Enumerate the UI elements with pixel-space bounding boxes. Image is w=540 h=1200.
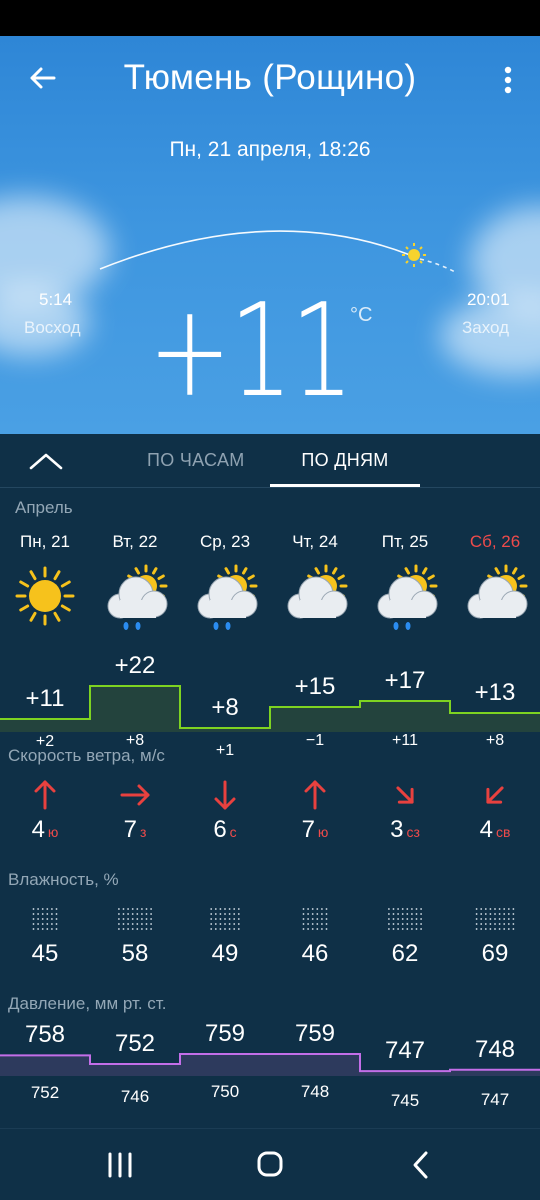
wind-direction-label: з (139, 824, 147, 840)
humidity-value: 46 (301, 940, 329, 967)
sun-position-icon (402, 243, 426, 267)
humidity-value: 62 (391, 940, 419, 967)
pressure-section-title: Давление, мм рт. ст. (8, 994, 167, 1013)
humidity-dots-icon (388, 908, 422, 930)
temperature-bar (0, 719, 90, 732)
tab-hourly[interactable]: ПО ЧАСАМ (147, 450, 245, 471)
month-label: Апрель (15, 498, 73, 517)
partly-cloudy-icon (287, 564, 348, 619)
collapse-button[interactable] (24, 444, 68, 478)
wind-speed: 3 сз (360, 816, 450, 844)
active-tab-indicator (270, 484, 420, 487)
day-name: Вт, 22 (112, 532, 158, 551)
wind-direction-label: сз (406, 824, 420, 840)
sunset-time: 20:01 (467, 290, 510, 309)
humidity-dots-icon (475, 908, 515, 930)
temperature-unit: °C (350, 304, 373, 326)
pressure-chart (0, 1053, 540, 1076)
day-column[interactable]: Чт, 24 (270, 532, 360, 552)
temperature-chart (0, 685, 540, 732)
temperature-bar (450, 713, 540, 732)
day-column[interactable]: Сб, 26 (450, 532, 540, 552)
day-name: Пн, 21 (20, 532, 70, 551)
humidity-dots-icon (32, 908, 58, 930)
pressure-bar (90, 1064, 180, 1076)
wind-speed-value: 3 (390, 816, 404, 843)
tab-daily[interactable]: ПО ДНЯМ (270, 450, 420, 471)
wind-direction-label: св (495, 824, 511, 840)
temperature-bar (270, 707, 360, 732)
wind-speed-value: 4 (31, 816, 45, 843)
chevron-up-icon (29, 453, 63, 470)
status-bar (0, 0, 540, 36)
day-column[interactable]: Пн, 21 (0, 532, 90, 552)
day-column[interactable]: Пт, 25 (360, 532, 450, 552)
wind-speed: 6с (180, 816, 270, 844)
wind-speed-value: 6 (213, 816, 227, 843)
sun-icon (15, 566, 75, 626)
wind-speed: 4ю (0, 816, 90, 844)
day-name: Ср, 23 (199, 532, 251, 551)
wind-direction-arrow-icon (34, 780, 56, 810)
wind-direction-arrow-icon (120, 784, 150, 806)
humidity-dots-icon (210, 908, 240, 930)
wind-direction-label: ю (317, 824, 329, 840)
sunrise-time: 5:14 (39, 290, 73, 309)
home-icon (257, 1151, 283, 1177)
pressure-bar (0, 1055, 90, 1076)
humidity-dots-icon (118, 908, 152, 930)
home-button[interactable] (248, 1147, 292, 1183)
wind-speed-value: 7 (123, 816, 137, 843)
sunrise-label: Восход (24, 318, 81, 337)
pressure-bar (180, 1054, 270, 1076)
partly-cloudy-icon (467, 564, 528, 619)
wind-speed: 7ю (270, 816, 360, 844)
day-name: Пт, 25 (381, 532, 429, 551)
wind-direction-label: с (229, 824, 237, 840)
humidity-value: 69 (481, 940, 509, 967)
temperature-bar (360, 701, 450, 732)
current-weather-hero: Тюмень (Рощино) Пн, 21 апреля, 18:26 5:1… (0, 36, 540, 434)
wind-speed-value: 7 (301, 816, 315, 843)
day-column[interactable]: Вт, 22 (90, 532, 180, 552)
recent-apps-button[interactable] (98, 1147, 142, 1183)
nav-back-button[interactable] (398, 1147, 442, 1183)
sunset-label: Заход (462, 318, 510, 337)
wind-speed: 4 св (450, 816, 540, 844)
system-navigation-bar (0, 1128, 540, 1200)
partly-cloudy-rain-icon (377, 564, 438, 630)
wind-section-title: Скорость ветра, м/с (8, 746, 165, 765)
humidity-value: 49 (211, 940, 239, 967)
recent-apps-icon (108, 1152, 132, 1178)
humidity-value: 58 (121, 940, 149, 967)
humidity-value: 45 (31, 940, 59, 967)
day-name: Сб, 26 (469, 532, 521, 551)
partly-cloudy-rain-icon (197, 564, 258, 630)
current-temperature: +11 (148, 277, 354, 426)
forecast-panel: ПО ЧАСАМ ПО ДНЯМ Апрель Пн, 21 4 ю 45 Вт, 2… (0, 434, 540, 1128)
wind-direction-arrow-icon (486, 786, 504, 804)
wind-direction-arrow-icon (214, 780, 236, 810)
humidity-dots-icon (302, 908, 328, 930)
pressure-bar (270, 1054, 360, 1076)
forecast-tabs: ПО ЧАСАМ ПО ДНЯМ (0, 434, 540, 488)
wind-speed-value: 4 (479, 816, 493, 843)
day-name: Чт, 24 (292, 532, 338, 551)
wind-speed: 7з (90, 816, 180, 844)
humidity-section-title: Влажность, % (8, 870, 119, 889)
partly-cloudy-rain-icon (107, 564, 168, 630)
day-column[interactable]: Ср, 23 (180, 532, 270, 552)
temperature-bar (90, 686, 180, 732)
wind-direction-label: ю (47, 824, 59, 840)
wind-direction-arrow-icon (304, 780, 326, 810)
back-chevron-icon (413, 1151, 428, 1179)
wind-direction-arrow-icon (396, 786, 414, 804)
